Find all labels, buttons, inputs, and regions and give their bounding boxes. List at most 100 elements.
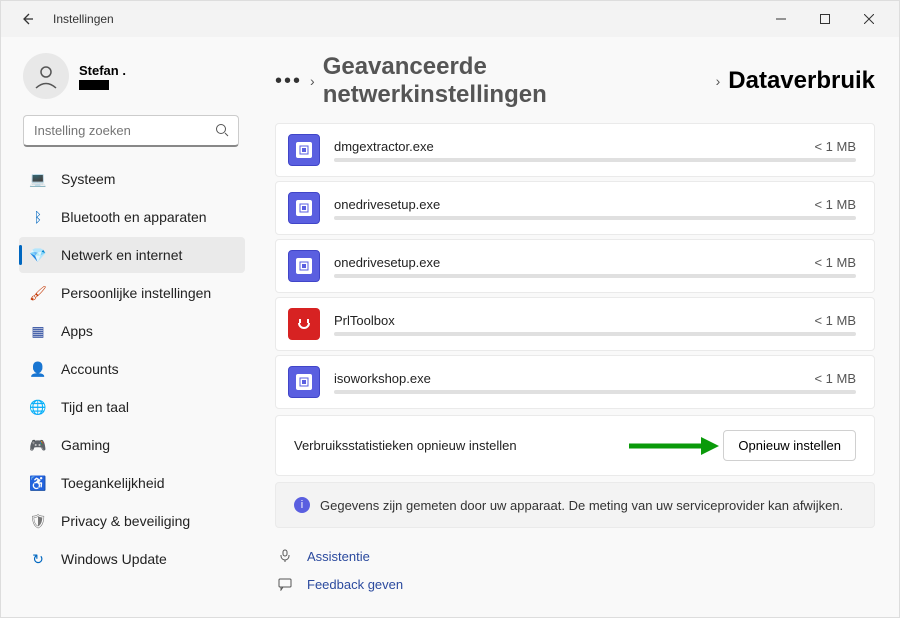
close-icon — [864, 14, 874, 24]
app-info: PrlToolbox < 1 MB — [334, 313, 856, 336]
app-data-usage: < 1 MB — [814, 197, 856, 212]
titlebar: Instellingen — [1, 1, 899, 37]
app-data-usage: < 1 MB — [814, 139, 856, 154]
chevron-right-icon: › — [310, 73, 315, 89]
sidebar-item-6[interactable]: 🌐Tijd en taal — [19, 389, 245, 425]
app-name: onedrivesetup.exe — [334, 197, 440, 212]
footer-links: Assistentie Feedback geven — [275, 548, 875, 592]
app-usage-row[interactable]: onedrivesetup.exe < 1 MB — [275, 181, 875, 235]
sidebar-item-label: Tijd en taal — [61, 399, 129, 415]
feedback-icon — [277, 576, 293, 592]
sidebar-item-3[interactable]: 🖌 Persoonlijke instellingen — [19, 275, 245, 311]
feedback-link-label: Feedback geven — [307, 577, 403, 592]
app-usage-row[interactable]: dmgextractor.exe < 1 MB — [275, 123, 875, 177]
user-account[interactable]: Stefan . — [19, 49, 255, 115]
app-name: dmgextractor.exe — [334, 139, 434, 154]
maximize-icon — [820, 14, 830, 24]
back-button[interactable] — [9, 1, 45, 37]
sidebar-item-icon: ♿ — [29, 474, 47, 492]
sidebar-item-label: Netwerk en internet — [61, 247, 182, 263]
chevron-right-icon: › — [716, 73, 721, 89]
sidebar-item-4[interactable]: ▦ Apps — [19, 313, 245, 349]
arrow-left-icon — [19, 11, 35, 27]
maximize-button[interactable] — [803, 1, 847, 37]
content: Stefan . 💻Systeem ᛒ Bluetooth en apparaten… — [1, 37, 899, 617]
window-title: Instellingen — [53, 12, 114, 26]
app-usage-bar — [334, 332, 856, 336]
sidebar-item-8[interactable]: ♿Toegankelijkheid — [19, 465, 245, 501]
app-data-usage: < 1 MB — [814, 371, 856, 386]
sidebar-item-icon: ↻ — [29, 550, 47, 568]
person-icon — [31, 61, 61, 91]
installer-app-icon — [288, 192, 320, 224]
sidebar-item-0[interactable]: 💻Systeem — [19, 161, 245, 197]
close-button[interactable] — [847, 1, 891, 37]
sidebar-item-icon: ᛒ — [29, 208, 47, 226]
app-data-usage: < 1 MB — [814, 313, 856, 328]
help-icon — [277, 548, 293, 564]
help-link-label: Assistentie — [307, 549, 370, 564]
breadcrumb-more-icon[interactable]: ••• — [275, 71, 302, 91]
search-wrapper — [23, 115, 239, 147]
app-usage-list: dmgextractor.exe < 1 MB onedrivesetup.exe <… — [275, 123, 875, 409]
sidebar-item-icon: 🎮 — [29, 436, 47, 454]
app-info: onedrivesetup.exe < 1 MB — [334, 197, 856, 220]
search-input[interactable] — [23, 115, 239, 147]
sidebar-item-2[interactable]: 💎 Netwerk en internet — [19, 237, 245, 273]
reset-stats-button[interactable]: Opnieuw instellen — [723, 430, 856, 461]
app-info: isoworkshop.exe < 1 MB — [334, 371, 856, 394]
sidebar-item-icon: 💎 — [29, 246, 47, 264]
sidebar-item-label: Windows Update — [61, 551, 167, 567]
sidebar-item-icon: 🖌 — [29, 284, 47, 302]
sidebar-item-icon: 💻 — [29, 170, 47, 188]
app-usage-row[interactable]: isoworkshop.exe < 1 MB — [275, 355, 875, 409]
help-link[interactable]: Assistentie — [277, 548, 875, 564]
minimize-button[interactable] — [759, 1, 803, 37]
app-usage-row[interactable]: PrlToolbox < 1 MB — [275, 297, 875, 351]
search-icon — [215, 123, 229, 142]
app-usage-bar — [334, 216, 856, 220]
feedback-link[interactable]: Feedback geven — [277, 576, 875, 592]
reset-stats-row: Verbruiksstatistieken opnieuw instellen … — [275, 415, 875, 476]
info-text: Gegevens zijn gemeten door uw apparaat. … — [320, 498, 843, 513]
sidebar-item-icon: 🛡 — [29, 512, 47, 530]
sidebar-item-7[interactable]: 🎮 Gaming — [19, 427, 245, 463]
main-panel: ••• › Geavanceerde netwerkinstellingen ›… — [255, 37, 899, 617]
minimize-icon — [776, 14, 786, 24]
app-usage-bar — [334, 274, 856, 278]
app-usage-bar — [334, 390, 856, 394]
sidebar-item-label: Apps — [61, 323, 93, 339]
breadcrumb-parent[interactable]: Geavanceerde netwerkinstellingen — [323, 53, 708, 109]
sidebar-item-label: Accounts — [61, 361, 119, 377]
app-name: PrlToolbox — [334, 313, 395, 328]
app-usage-row[interactable]: onedrivesetup.exe < 1 MB — [275, 239, 875, 293]
sidebar-item-label: Gaming — [61, 437, 110, 453]
nav-list: 💻Systeem ᛒ Bluetooth en apparaten 💎 Netwerk … — [19, 161, 255, 577]
app-data-usage: < 1 MB — [814, 255, 856, 270]
breadcrumb: ••• › Geavanceerde netwerkinstellingen ›… — [275, 53, 875, 109]
avatar — [23, 53, 69, 99]
app-info: dmgextractor.exe < 1 MB — [334, 139, 856, 162]
app-info: onedrivesetup.exe < 1 MB — [334, 255, 856, 278]
sidebar-item-1[interactable]: ᛒ Bluetooth en apparaten — [19, 199, 245, 235]
info-banner: i Gegevens zijn gemeten door uw apparaat… — [275, 482, 875, 528]
app-name: isoworkshop.exe — [334, 371, 431, 386]
settings-window: Instellingen Stefan . 💻SysteemᛒBluet — [0, 0, 900, 618]
sidebar-item-5[interactable]: 👤 Accounts — [19, 351, 245, 387]
sidebar-item-icon: 👤 — [29, 360, 47, 378]
window-controls — [759, 1, 891, 37]
sidebar: Stefan . 💻Systeem ᛒ Bluetooth en apparaten… — [1, 37, 255, 617]
sidebar-item-icon: ▦ — [29, 322, 47, 340]
sidebar-item-label: Bluetooth en apparaten — [61, 209, 207, 225]
toolbox-app-icon — [288, 308, 320, 340]
user-email-redacted — [79, 80, 109, 90]
sidebar-item-10[interactable]: ↻ Windows Update — [19, 541, 245, 577]
app-name: onedrivesetup.exe — [334, 255, 440, 270]
annotation-arrow-icon — [629, 434, 719, 458]
app-usage-bar — [334, 158, 856, 162]
sidebar-item-label: Persoonlijke instellingen — [61, 285, 211, 301]
user-name: Stefan . — [79, 63, 126, 78]
sidebar-item-9[interactable]: 🛡Privacy & beveiliging — [19, 503, 245, 539]
breadcrumb-current: Dataverbruik — [728, 67, 875, 95]
info-icon: i — [294, 497, 310, 513]
